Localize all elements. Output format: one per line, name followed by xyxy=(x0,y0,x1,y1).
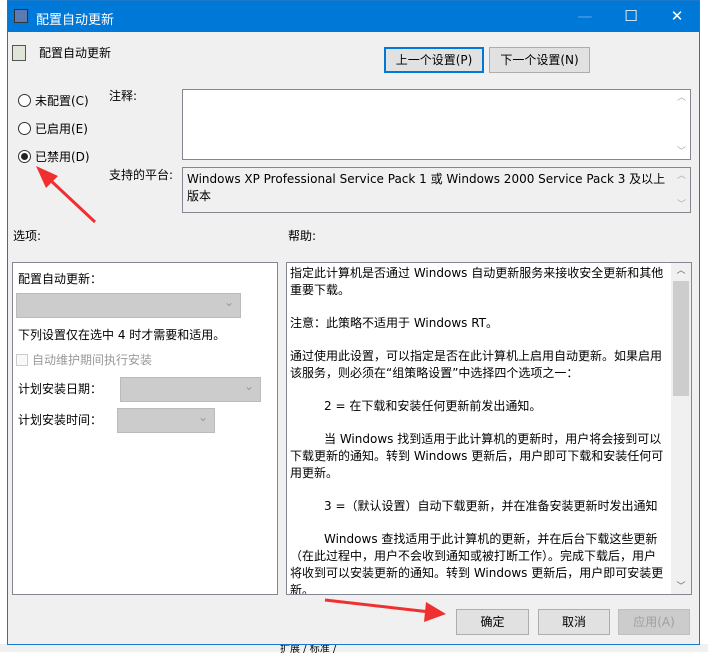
arrow-to-ok xyxy=(324,598,446,622)
arrow-to-disabled xyxy=(36,166,97,224)
annotation-arrows xyxy=(36,166,446,622)
